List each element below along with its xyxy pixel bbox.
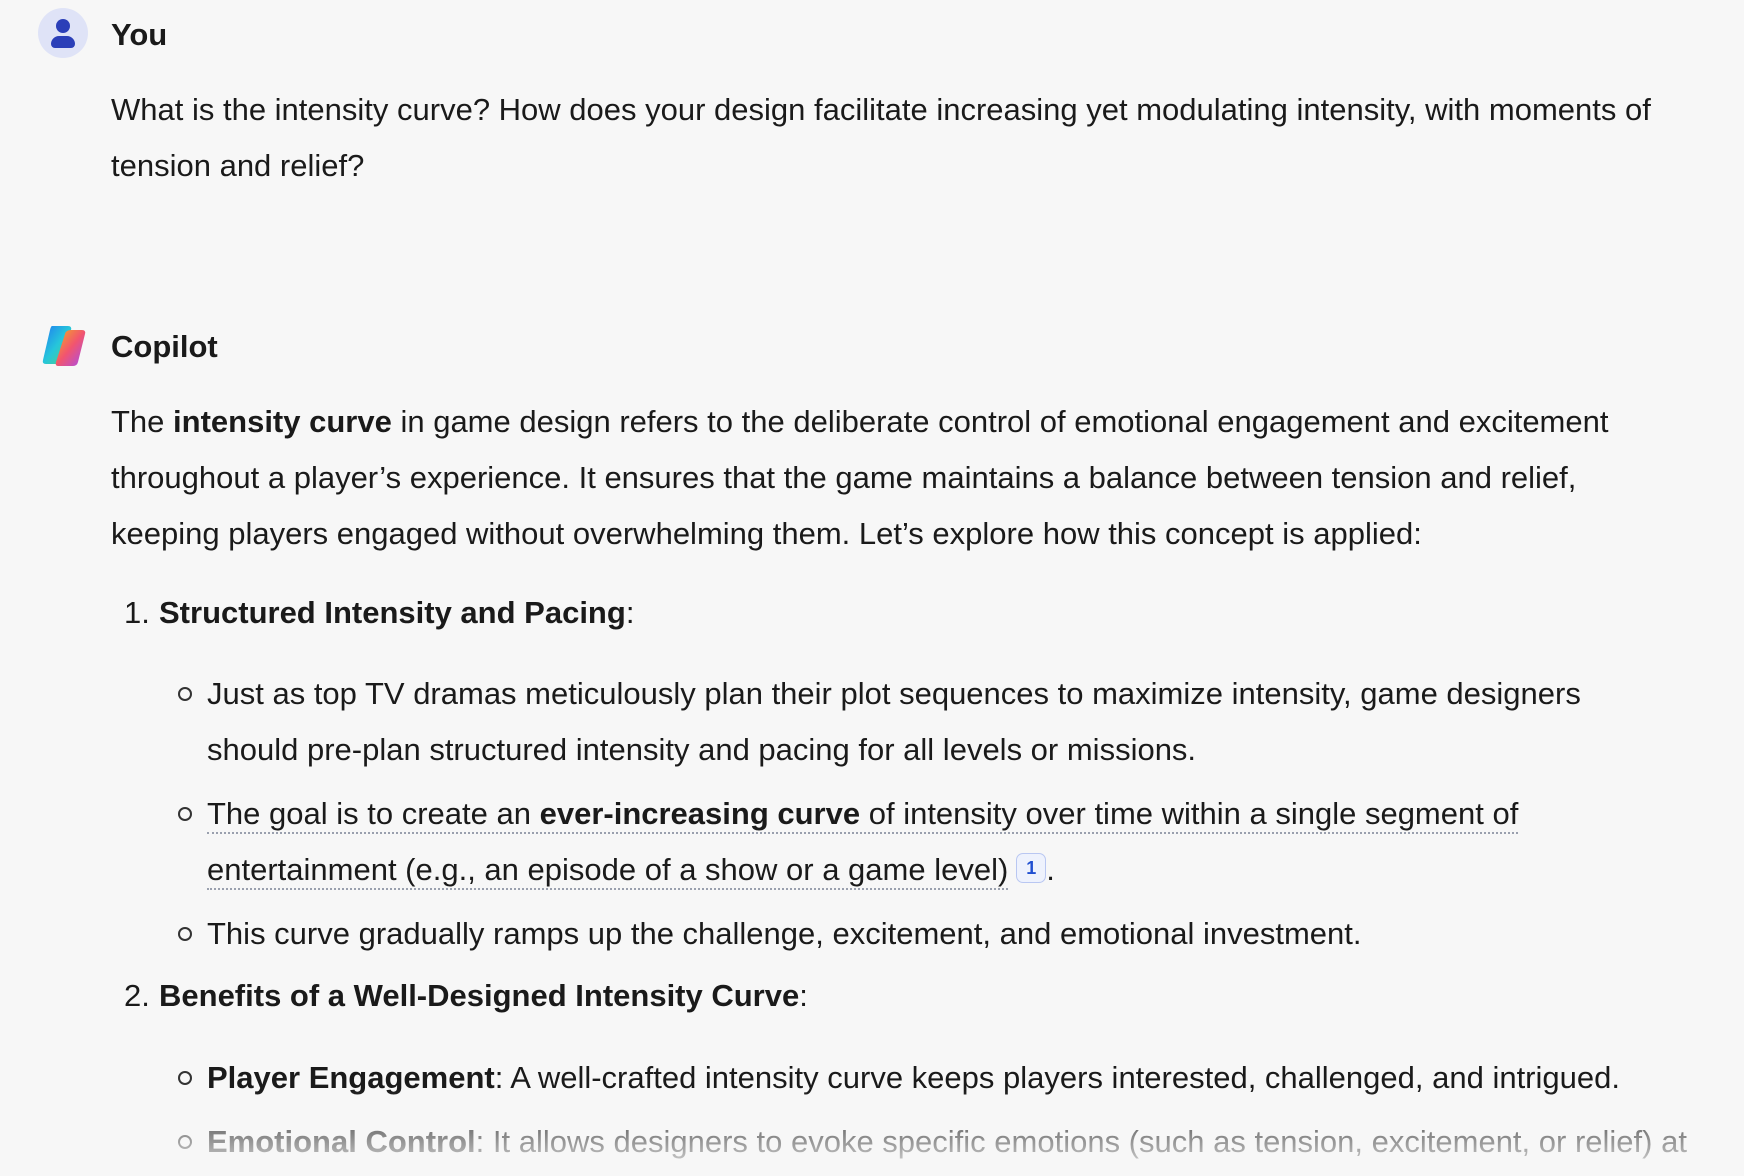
bullet-marker [178, 1071, 192, 1085]
copilot-logo-icon [38, 320, 90, 372]
list-item: Emotional Control: It allows designers t… [207, 1124, 1687, 1159]
list-item: Player Engagement: A well-crafted intens… [207, 1060, 1620, 1095]
bullet-marker [178, 807, 192, 821]
copilot-intro-paragraph: The intensity curve in game design refer… [111, 404, 1609, 551]
copilot-message-header [38, 320, 90, 372]
list-item: This curve gradually ramps up the challe… [207, 916, 1362, 951]
user-author-name: You [111, 17, 168, 52]
copilot-author-name: Copilot [111, 329, 218, 364]
bullet-marker [178, 927, 192, 941]
cited-text-continued[interactable]: entertainment (e.g., an episode of a sho… [207, 852, 1009, 890]
user-message-header [38, 7, 88, 59]
list-item-section-2: 2. Benefits of a Well-Designed Intensity … [124, 978, 808, 1013]
list-item-cited: The goal is to create an ever-increasing… [207, 786, 1727, 898]
bullet-marker [178, 687, 192, 701]
list-item: Just as top TV dramas meticulously plan … [207, 676, 1581, 767]
list-item-section-1: 1. Structured Intensity and Pacing: [124, 595, 635, 630]
user-message-text: What is the intensity curve? How does yo… [111, 92, 1651, 183]
bullet-marker [178, 1135, 192, 1149]
citation-badge[interactable]: 1 [1016, 853, 1047, 883]
cited-text[interactable]: The goal is to create an ever-increasing… [207, 796, 1519, 834]
intro-bold-term: intensity curve [173, 404, 392, 439]
user-avatar-icon [38, 8, 88, 58]
